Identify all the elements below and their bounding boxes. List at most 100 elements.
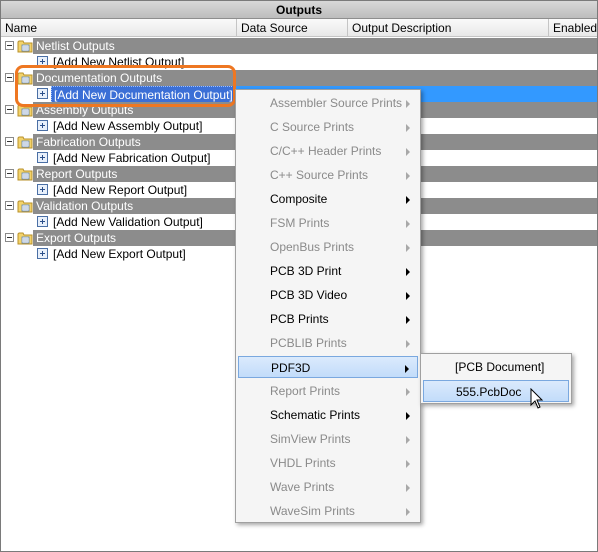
submenu-item[interactable]: 555.PcbDoc bbox=[423, 380, 569, 402]
add-output-icon bbox=[37, 88, 48, 99]
output-group-label: Assembly Outputs bbox=[36, 103, 134, 117]
output-group[interactable]: Netlist Outputs bbox=[1, 38, 597, 54]
menu-item-label: SimView Prints bbox=[270, 432, 351, 446]
submenu-item-label: [PCB Document] bbox=[455, 360, 545, 374]
menu-item[interactable]: Assembler Source Prints bbox=[238, 92, 418, 114]
menu-item-label: WaveSim Prints bbox=[270, 504, 355, 518]
submenu-arrow-icon bbox=[406, 268, 410, 276]
folder-icon bbox=[17, 168, 33, 181]
menu-item-label: PDF3D bbox=[271, 361, 311, 375]
add-output-icon bbox=[37, 120, 48, 131]
menu-item[interactable]: PDF3D bbox=[238, 356, 418, 378]
menu-item[interactable]: FSM Prints bbox=[238, 212, 418, 234]
pdf3d-submenu: [PCB Document] 555.PcbDoc bbox=[420, 353, 572, 404]
submenu-arrow-icon bbox=[406, 316, 410, 324]
add-output-label: [Add New Assembly Output] bbox=[53, 119, 203, 133]
collapse-toggle-icon[interactable] bbox=[5, 105, 14, 114]
folder-icon bbox=[17, 232, 33, 245]
submenu-arrow-icon bbox=[405, 365, 409, 373]
menu-item-label: PCB Prints bbox=[270, 312, 329, 326]
submenu-arrow-icon bbox=[406, 460, 410, 468]
folder-icon bbox=[17, 104, 33, 117]
menu-item-label: Schematic Prints bbox=[270, 408, 361, 422]
menu-item-label: OpenBus Prints bbox=[270, 240, 355, 254]
menu-item[interactable]: VHDL Prints bbox=[238, 452, 418, 474]
menu-item-label: C/C++ Header Prints bbox=[270, 144, 382, 158]
panel-title: Outputs bbox=[1, 1, 597, 19]
column-header-data-source[interactable]: Data Source bbox=[237, 19, 348, 37]
menu-item-label: Composite bbox=[270, 192, 328, 206]
folder-icon bbox=[17, 72, 33, 85]
submenu-arrow-icon bbox=[406, 124, 410, 132]
menu-item-label: C Source Prints bbox=[270, 120, 355, 134]
menu-item-label: Assembler Source Prints bbox=[270, 96, 403, 110]
menu-item-label: Report Prints bbox=[270, 384, 341, 398]
folder-icon bbox=[17, 136, 33, 149]
submenu-arrow-icon bbox=[406, 436, 410, 444]
column-header-name[interactable]: Name bbox=[1, 19, 237, 37]
add-output-item[interactable]: [Add New Netlist Output] bbox=[1, 54, 597, 70]
folder-icon bbox=[17, 40, 33, 53]
menu-item[interactable]: PCB 3D Video bbox=[238, 284, 418, 306]
submenu-arrow-icon bbox=[406, 388, 410, 396]
collapse-toggle-icon[interactable] bbox=[5, 41, 14, 50]
menu-item[interactable]: Composite bbox=[238, 188, 418, 210]
submenu-arrow-icon bbox=[406, 340, 410, 348]
menu-item-label: C++ Source Prints bbox=[270, 168, 369, 182]
output-group-label: Netlist Outputs bbox=[36, 39, 115, 53]
menu-item[interactable]: C/C++ Header Prints bbox=[238, 140, 418, 162]
menu-item-label: Wave Prints bbox=[270, 480, 335, 494]
output-group-label: Report Outputs bbox=[36, 167, 118, 181]
menu-item-label: PCBLIB Prints bbox=[270, 336, 347, 350]
collapse-toggle-icon[interactable] bbox=[5, 233, 14, 242]
collapse-toggle-icon[interactable] bbox=[5, 137, 14, 146]
menu-item[interactable]: PCB Prints bbox=[238, 308, 418, 330]
column-header-enabled[interactable]: Enabled bbox=[549, 19, 597, 37]
output-group-label: Export Outputs bbox=[36, 231, 117, 245]
submenu-arrow-icon bbox=[406, 220, 410, 228]
menu-item[interactable]: Schematic Prints bbox=[238, 404, 418, 426]
submenu-arrow-icon bbox=[406, 508, 410, 516]
menu-item[interactable]: C Source Prints bbox=[238, 116, 418, 138]
menu-item-label: PCB 3D Video bbox=[270, 288, 348, 302]
add-output-icon bbox=[37, 56, 48, 67]
submenu-arrow-icon bbox=[406, 172, 410, 180]
mouse-pointer-icon bbox=[530, 388, 544, 409]
collapse-toggle-icon[interactable] bbox=[5, 201, 14, 210]
collapse-toggle-icon[interactable] bbox=[5, 169, 14, 178]
menu-item-label: VHDL Prints bbox=[270, 456, 336, 470]
add-output-icon bbox=[37, 248, 48, 259]
group-band bbox=[33, 38, 597, 54]
column-headers: Name Data Source Output Description Enab… bbox=[1, 19, 597, 37]
menu-item[interactable]: PCB 3D Print bbox=[238, 260, 418, 282]
output-group-label: Fabrication Outputs bbox=[36, 135, 141, 149]
add-output-label: [Add New Fabrication Output] bbox=[53, 151, 211, 165]
column-header-output-description[interactable]: Output Description bbox=[348, 19, 549, 37]
add-output-label: [Add New Report Output] bbox=[53, 183, 188, 197]
add-output-icon bbox=[37, 152, 48, 163]
submenu-arrow-icon bbox=[406, 244, 410, 252]
menu-item[interactable]: PCBLIB Prints bbox=[238, 332, 418, 354]
menu-item[interactable]: Wave Prints bbox=[238, 476, 418, 498]
submenu-arrow-icon bbox=[406, 148, 410, 156]
menu-item[interactable]: OpenBus Prints bbox=[238, 236, 418, 258]
submenu-arrow-icon bbox=[406, 412, 410, 420]
output-group[interactable]: Documentation Outputs bbox=[1, 70, 597, 86]
add-output-context-menu: Assembler Source Prints C Source Prints C/… bbox=[235, 89, 421, 523]
output-group-label: Documentation Outputs bbox=[36, 71, 163, 85]
menu-item-label: FSM Prints bbox=[270, 216, 330, 230]
submenu-arrow-icon bbox=[406, 196, 410, 204]
submenu-arrow-icon bbox=[406, 292, 410, 300]
menu-item[interactable]: SimView Prints bbox=[238, 428, 418, 450]
collapse-toggle-icon[interactable] bbox=[5, 73, 14, 82]
menu-item[interactable]: C++ Source Prints bbox=[238, 164, 418, 186]
submenu-item-label: 555.PcbDoc bbox=[456, 385, 522, 399]
add-output-icon bbox=[37, 184, 48, 195]
output-group-label: Validation Outputs bbox=[36, 199, 134, 213]
add-output-icon bbox=[37, 216, 48, 227]
menu-item[interactable]: Report Prints bbox=[238, 380, 418, 402]
submenu-item[interactable]: [PCB Document] bbox=[423, 356, 569, 378]
submenu-arrow-icon bbox=[406, 100, 410, 108]
menu-item-label: PCB 3D Print bbox=[270, 264, 342, 278]
menu-item[interactable]: WaveSim Prints bbox=[238, 500, 418, 522]
